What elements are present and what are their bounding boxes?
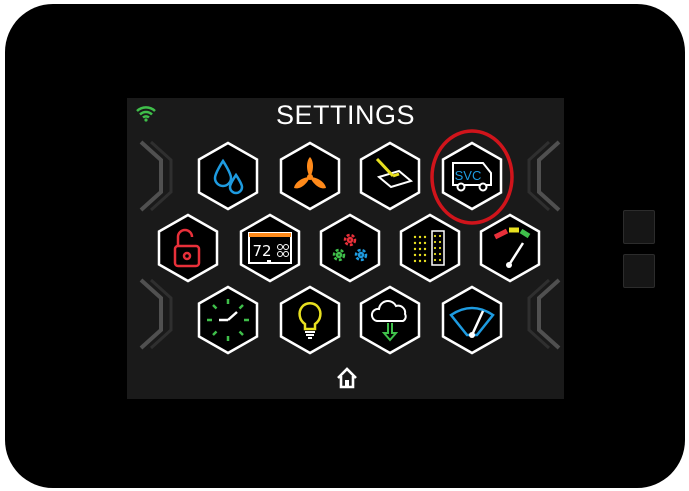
side-button-lower[interactable] [623, 254, 655, 288]
left-chevron-decoration-lower [139, 278, 173, 350]
gears-tile[interactable] [315, 213, 385, 283]
temperature-value: 72 [252, 242, 271, 260]
clock-tile[interactable] [193, 285, 263, 355]
service-highlight-ring [430, 129, 514, 225]
gauge-tile[interactable] [475, 213, 545, 283]
cleaning-tile[interactable] [355, 141, 425, 211]
side-button-upper[interactable] [623, 210, 655, 244]
cloud-download-tile[interactable] [355, 285, 425, 355]
settings-screen: SETTINGS SVC 72 [127, 98, 564, 399]
left-chevron-decoration [139, 140, 173, 212]
lightbulb-tile[interactable] [275, 285, 345, 355]
wiper-tile[interactable] [437, 285, 507, 355]
page-title: SETTINGS [275, 100, 415, 130]
dots-panel-tile[interactable] [395, 213, 465, 283]
fan-tile[interactable] [275, 141, 345, 211]
right-chevron-decoration-lower [527, 278, 561, 350]
home-icon[interactable] [335, 366, 359, 390]
water-drops-tile[interactable] [193, 141, 263, 211]
right-chevron-decoration [527, 140, 561, 212]
lock-tile[interactable] [153, 213, 223, 283]
display-tile[interactable]: 72 [235, 213, 305, 283]
